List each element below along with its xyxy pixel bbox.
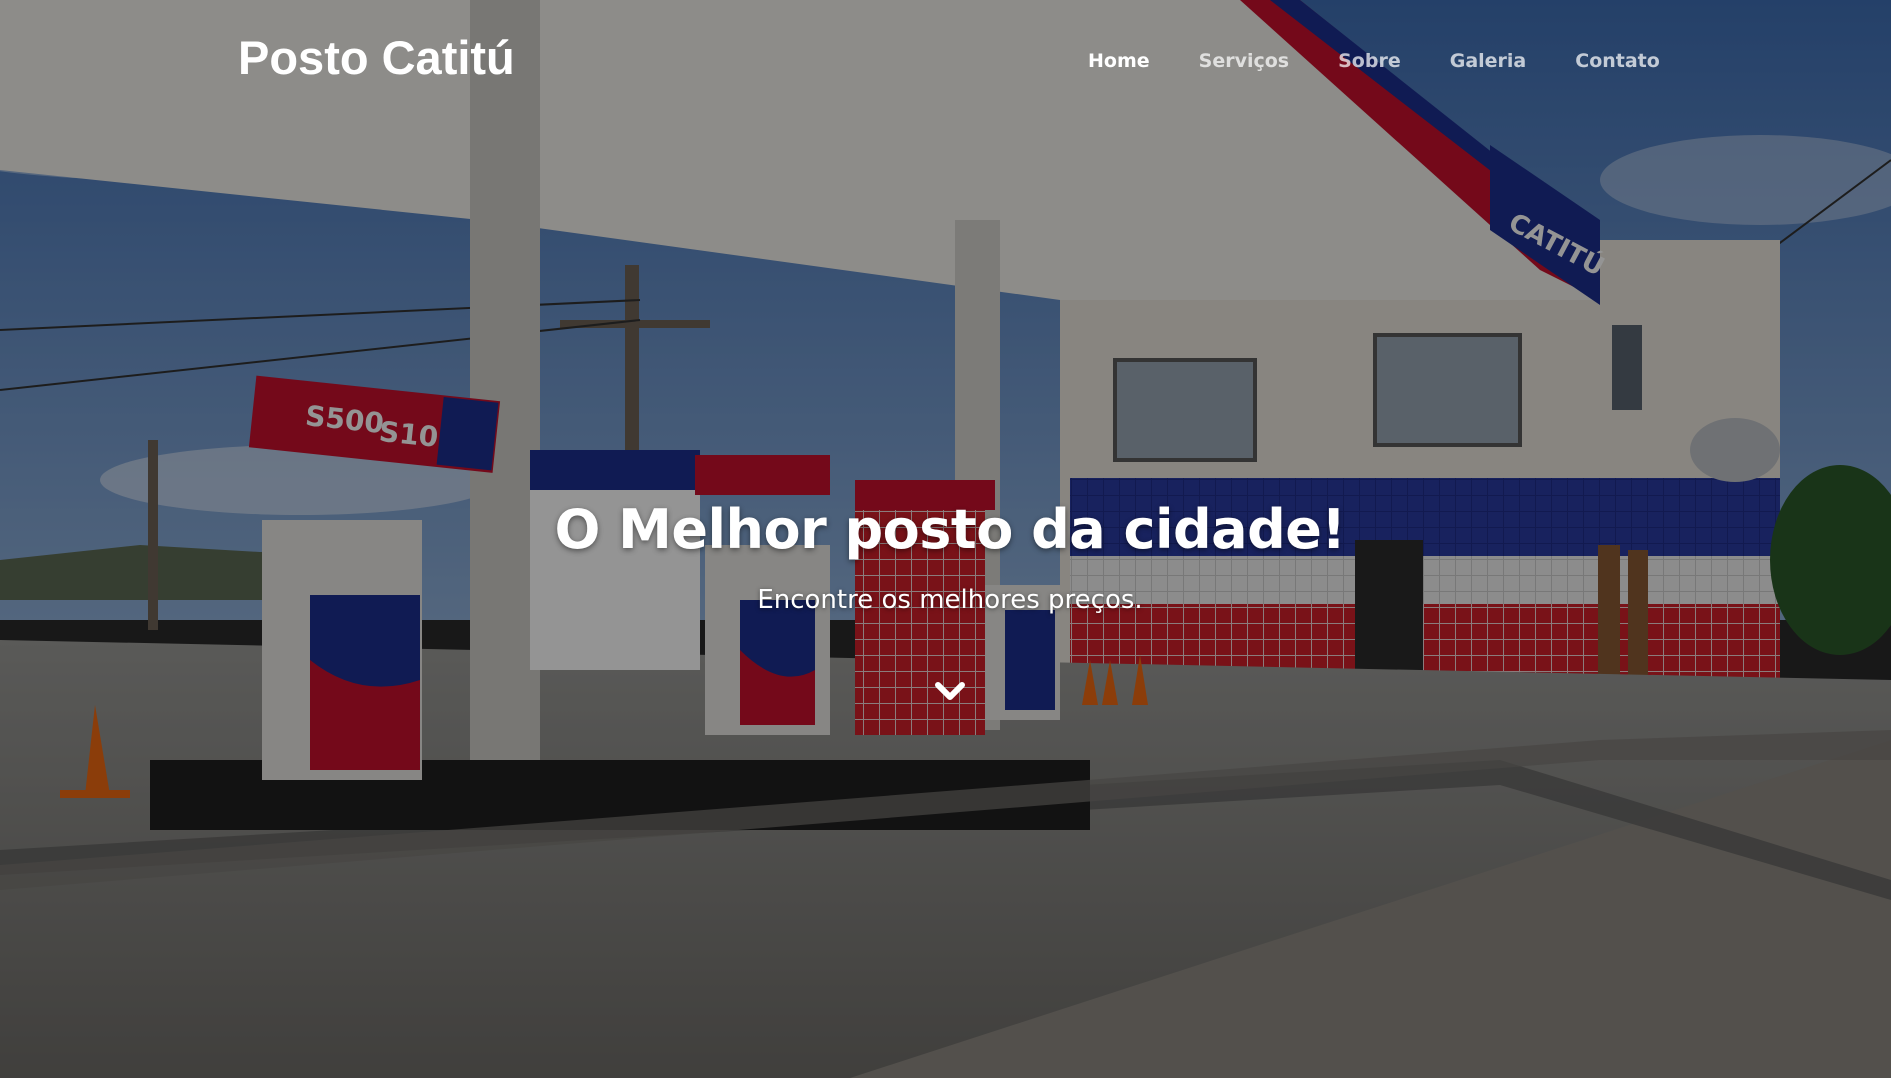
nav-link-sobre[interactable]: Sobre — [1338, 50, 1401, 72]
top-navbar: Posto Catitú Home Serviços Sobre Galeria… — [0, 0, 1891, 125]
scroll-down-button[interactable] — [932, 676, 968, 706]
hero-title: O Melhor posto da cidade! — [554, 498, 1346, 561]
chevron-down-icon — [935, 682, 965, 700]
nav-link-contato[interactable]: Contato — [1575, 50, 1660, 72]
hero-content: O Melhor posto da cidade! Encontre os me… — [0, 498, 1891, 615]
nav-link-servicos[interactable]: Serviços — [1199, 50, 1289, 72]
nav-link-home[interactable]: Home — [1088, 50, 1150, 72]
brand-logo[interactable]: Posto Catitú — [238, 30, 515, 85]
nav-menu: Home Serviços Sobre Galeria Contato — [1088, 50, 1709, 72]
hero-subtitle: Encontre os melhores preços. — [757, 585, 1143, 615]
nav-link-galeria[interactable]: Galeria — [1450, 50, 1527, 72]
